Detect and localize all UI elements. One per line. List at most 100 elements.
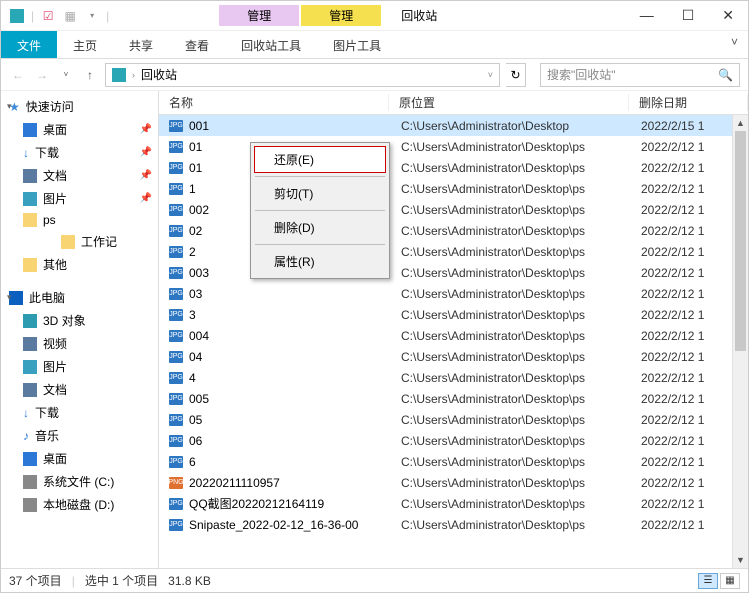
view-details-button[interactable]: ☰ <box>698 573 718 589</box>
sidebar-item-video[interactable]: 视频 <box>1 332 158 355</box>
sidebar-item-pictures[interactable]: 图片📌 <box>1 187 158 210</box>
table-row[interactable]: JPG004C:\Users\Administrator\Desktop\ps2… <box>159 325 748 346</box>
table-row[interactable]: JPG4C:\Users\Administrator\Desktop\ps202… <box>159 367 748 388</box>
file-icon: JPG <box>169 393 183 405</box>
table-row[interactable]: JPG005C:\Users\Administrator\Desktop\ps2… <box>159 388 748 409</box>
menu-cut[interactable]: 剪切(T) <box>254 180 386 207</box>
dropdown-icon[interactable]: ▾ <box>84 8 100 24</box>
nav-back-icon[interactable]: ← <box>9 68 27 82</box>
breadcrumb-dropdown-icon[interactable]: ˅ <box>488 70 493 80</box>
menu-separator <box>255 176 385 177</box>
file-pane: 名称 原位置 删除日期 JPG001C:\Users\Administrator… <box>159 91 748 568</box>
sidebar-item-downloads2[interactable]: ↓下载 <box>1 401 158 424</box>
file-location: C:\Users\Administrator\Desktop <box>401 119 641 133</box>
status-selected: 选中 1 个项目 <box>85 572 158 589</box>
sidebar-label: 文档 <box>43 381 67 398</box>
chevron-down-icon[interactable]: ▾ <box>7 292 12 303</box>
sidebar-item-this-pc[interactable]: ▾此电脑 <box>1 286 158 309</box>
file-icon: JPG <box>169 372 183 384</box>
minimize-button[interactable]: — <box>640 7 654 24</box>
table-row[interactable]: JPGSnipaste_2022-02-12_16-36-00C:\Users\… <box>159 514 748 535</box>
tab-picture-tools[interactable]: 图片工具 <box>317 31 397 58</box>
column-location[interactable]: 原位置 <box>389 94 629 111</box>
table-row[interactable]: JPG05C:\Users\Administrator\Desktop\ps20… <box>159 409 748 430</box>
search-icon[interactable]: 🔍 <box>718 68 733 82</box>
menu-delete[interactable]: 删除(D) <box>254 214 386 241</box>
chevron-down-icon[interactable]: ▾ <box>7 101 12 112</box>
file-location: C:\Users\Administrator\Desktop\ps <box>401 161 641 175</box>
file-name: 3 <box>189 308 401 322</box>
table-row[interactable]: JPG01C:\Users\Administrator\Desktop\ps20… <box>159 136 748 157</box>
ribbon: 文件 主页 共享 查看 回收站工具 图片工具 ˅ <box>1 31 748 59</box>
table-row[interactable]: JPG06C:\Users\Administrator\Desktop\ps20… <box>159 430 748 451</box>
nav-up-icon[interactable]: ↑ <box>81 68 99 82</box>
table-row[interactable]: JPG3C:\Users\Administrator\Desktop\ps202… <box>159 304 748 325</box>
file-name: 004 <box>189 329 401 343</box>
table-row[interactable]: JPG03C:\Users\Administrator\Desktop\ps20… <box>159 283 748 304</box>
table-row[interactable]: JPG1C:\Users\Administrator\Desktop\ps202… <box>159 178 748 199</box>
sidebar-item-work[interactable]: 工作记 <box>1 230 158 253</box>
tab-home[interactable]: 主页 <box>57 31 113 58</box>
status-size: 31.8 KB <box>168 574 211 588</box>
chevron-right-icon[interactable]: › <box>132 70 135 80</box>
table-row[interactable]: JPG003C:\Users\Administrator\Desktop\ps2… <box>159 262 748 283</box>
table-row[interactable]: JPG04C:\Users\Administrator\Desktop\ps20… <box>159 346 748 367</box>
scroll-down-icon[interactable]: ▼ <box>733 552 748 568</box>
sidebar-item-documents[interactable]: 文档📌 <box>1 164 158 187</box>
nav-forward-icon[interactable]: → <box>33 68 51 82</box>
file-list[interactable]: JPG001C:\Users\Administrator\Desktop2022… <box>159 115 748 568</box>
table-row[interactable]: JPG02C:\Users\Administrator\Desktop\ps20… <box>159 220 748 241</box>
scroll-up-icon[interactable]: ▲ <box>733 115 748 131</box>
table-row[interactable]: PNG20220211110957C:\Users\Administrator\… <box>159 472 748 493</box>
column-header: 名称 原位置 删除日期 <box>159 91 748 115</box>
sidebar-item-music[interactable]: ♪音乐 <box>1 424 158 447</box>
checkbox-icon[interactable]: ☑ <box>40 8 56 24</box>
sidebar-label: 快速访问 <box>26 98 74 115</box>
column-name[interactable]: 名称 <box>159 94 389 111</box>
drive-icon <box>23 475 37 489</box>
sidebar-label: 其他 <box>43 256 67 273</box>
menu-restore[interactable]: 还原(E) <box>254 146 386 173</box>
sidebar-item-pictures2[interactable]: 图片 <box>1 355 158 378</box>
sidebar-item-downloads[interactable]: ↓下载📌 <box>1 141 158 164</box>
tab-recyclebin-tools[interactable]: 回收站工具 <box>225 31 317 58</box>
refresh-button[interactable]: ↻ <box>506 63 526 87</box>
sidebar-item-drive-d[interactable]: 本地磁盘 (D:) <box>1 493 158 516</box>
sidebar-label: 工作记 <box>81 233 117 250</box>
maximize-button[interactable]: ☐ <box>682 7 695 24</box>
sidebar-item-drive-c[interactable]: 系统文件 (C:) <box>1 470 158 493</box>
sidebar-item-desktop[interactable]: 桌面📌 <box>1 118 158 141</box>
table-row[interactable]: JPG002C:\Users\Administrator\Desktop\ps2… <box>159 199 748 220</box>
context-tab-picture[interactable]: 管理 <box>301 5 381 26</box>
file-icon: JPG <box>169 456 183 468</box>
search-input[interactable]: 搜索"回收站" 🔍 <box>540 63 740 87</box>
file-icon: JPG <box>169 498 183 510</box>
ribbon-expand-icon[interactable]: ˅ <box>721 31 748 58</box>
scrollbar[interactable]: ▲ ▼ <box>732 115 748 568</box>
table-row[interactable]: JPGQQ截图20220212164119C:\Users\Administra… <box>159 493 748 514</box>
context-tab-recyclebin[interactable]: 管理 <box>219 5 299 26</box>
table-row[interactable]: JPG2C:\Users\Administrator\Desktop\ps202… <box>159 241 748 262</box>
sidebar-item-quick-access[interactable]: ▾★快速访问 <box>1 95 158 118</box>
sidebar-item-ps[interactable]: ps <box>1 210 158 230</box>
breadcrumb[interactable]: › 回收站 ˅ <box>105 63 500 87</box>
sidebar-item-desktop2[interactable]: 桌面 <box>1 447 158 470</box>
nav-history-icon[interactable]: ˅ <box>57 70 75 79</box>
table-row[interactable]: JPG6C:\Users\Administrator\Desktop\ps202… <box>159 451 748 472</box>
menu-properties[interactable]: 属性(R) <box>254 248 386 275</box>
table-row[interactable]: JPG001C:\Users\Administrator\Desktop2022… <box>159 115 748 136</box>
scroll-thumb[interactable] <box>735 131 746 351</box>
column-date[interactable]: 删除日期 <box>629 94 748 111</box>
view-icons-button[interactable]: ▦ <box>720 573 740 589</box>
tab-file[interactable]: 文件 <box>1 31 57 58</box>
close-button[interactable]: ✕ <box>722 7 734 24</box>
tab-share[interactable]: 共享 <box>113 31 169 58</box>
tab-view[interactable]: 查看 <box>169 31 225 58</box>
table-row[interactable]: JPG01C:\Users\Administrator\Desktop\ps20… <box>159 157 748 178</box>
file-icon: JPG <box>169 267 183 279</box>
sidebar-item-documents2[interactable]: 文档 <box>1 378 158 401</box>
properties-icon[interactable]: ▦ <box>62 8 78 24</box>
breadcrumb-location[interactable]: 回收站 <box>141 66 177 83</box>
sidebar-item-other[interactable]: 其他 <box>1 253 158 276</box>
sidebar-item-3d[interactable]: 3D 对象 <box>1 309 158 332</box>
